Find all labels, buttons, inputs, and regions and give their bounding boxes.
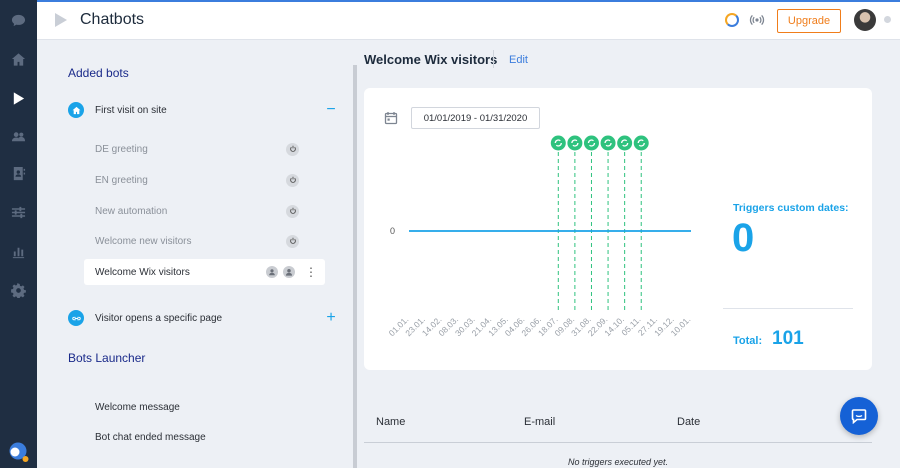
triggers-card: 01/01/2019 - 01/31/2020 0 01.01. 23.01. 14.… bbox=[364, 88, 872, 370]
broadcast-icon[interactable] bbox=[749, 12, 765, 28]
total-value: 101 bbox=[772, 328, 804, 349]
link-icon bbox=[68, 310, 84, 326]
edit-link[interactable]: Edit bbox=[509, 54, 528, 66]
divider bbox=[493, 50, 494, 68]
triggers-table-header: Name E-mail Date bbox=[364, 404, 872, 443]
icon-sidebar bbox=[0, 0, 37, 468]
home-icon bbox=[11, 52, 26, 66]
rail-settings[interactable] bbox=[0, 276, 37, 304]
divider bbox=[723, 308, 853, 309]
rail-contacts[interactable] bbox=[0, 122, 37, 150]
bot-item-de-greeting[interactable]: DE greeting bbox=[84, 136, 325, 162]
bot-item-welcome-new-visitors[interactable]: Welcome new visitors bbox=[84, 228, 325, 254]
sliders-icon bbox=[11, 206, 26, 218]
collapse-button[interactable]: − bbox=[324, 102, 338, 118]
rail-chatbots[interactable] bbox=[0, 84, 37, 112]
group-specific-page[interactable]: Visitor opens a specific page + bbox=[68, 308, 338, 328]
chat-widget-button[interactable] bbox=[840, 397, 878, 435]
top-bar: Chatbots Upgrade bbox=[37, 0, 900, 40]
bots-launcher-title: Bots Launcher bbox=[68, 351, 146, 365]
user-outline-icon bbox=[266, 266, 278, 278]
trigger-marker-icon bbox=[567, 135, 583, 151]
trigger-marker-icon bbox=[583, 135, 599, 151]
power-icon[interactable] bbox=[286, 173, 299, 187]
page-title: Chatbots bbox=[80, 11, 145, 28]
bot-label: Welcome new visitors bbox=[95, 235, 192, 247]
user-filled-icon bbox=[283, 266, 295, 278]
home-icon bbox=[68, 102, 84, 118]
loading-icon bbox=[725, 13, 739, 27]
column-header-email[interactable]: E-mail bbox=[524, 416, 555, 428]
launcher-item-bot-chat-ended[interactable]: Bot chat ended message bbox=[95, 432, 206, 443]
power-icon[interactable] bbox=[286, 142, 299, 156]
custom-dates-value: 0 bbox=[732, 216, 755, 260]
triggers-chart: 001.01.23.01.14.02.08.03.30.03.21.04.13.… bbox=[387, 135, 692, 338]
app-logo-icon bbox=[9, 442, 29, 462]
bar-chart-icon bbox=[12, 247, 25, 258]
address-book-icon bbox=[13, 166, 26, 180]
group-label: Visitor opens a specific page bbox=[95, 312, 223, 324]
chat-bubble-icon bbox=[851, 409, 867, 424]
rail-settings-sliders[interactable] bbox=[0, 198, 37, 226]
power-icon[interactable] bbox=[286, 234, 299, 248]
play-icon bbox=[55, 13, 67, 27]
bot-label: Welcome Wix visitors bbox=[95, 266, 190, 278]
column-header-name[interactable]: Name bbox=[376, 416, 405, 428]
empty-table-message: No triggers executed yet. bbox=[567, 457, 669, 467]
calendar-icon[interactable] bbox=[384, 111, 398, 125]
rail-chat[interactable] bbox=[0, 6, 37, 34]
power-icon[interactable] bbox=[286, 204, 299, 218]
group-first-visit[interactable]: First visit on site − bbox=[68, 100, 338, 120]
bot-item-en-greeting[interactable]: EN greeting bbox=[84, 167, 325, 193]
rail-reports[interactable] bbox=[0, 237, 37, 265]
scrollbar[interactable] bbox=[353, 65, 357, 468]
bot-name-heading: Welcome Wix visitors bbox=[364, 52, 498, 67]
expand-button[interactable]: + bbox=[324, 310, 338, 326]
bot-label: EN greeting bbox=[95, 174, 148, 186]
rail-address-book[interactable] bbox=[0, 159, 37, 187]
total-label: Total: bbox=[733, 335, 763, 347]
play-icon bbox=[13, 91, 25, 105]
bot-label: New automation bbox=[95, 205, 168, 217]
more-options-icon[interactable]: ⋮ bbox=[305, 266, 317, 278]
date-range-input[interactable]: 01/01/2019 - 01/31/2020 bbox=[411, 107, 540, 129]
trigger-marker-icon bbox=[550, 135, 566, 151]
trigger-marker-icon bbox=[600, 135, 616, 151]
contacts-icon bbox=[11, 131, 26, 141]
rail-home[interactable] bbox=[0, 45, 37, 73]
group-label: First visit on site bbox=[95, 104, 167, 116]
trigger-marker-icon bbox=[633, 135, 649, 151]
chat-bubble-icon bbox=[11, 14, 26, 26]
bot-label: DE greeting bbox=[95, 143, 148, 155]
trigger-marker-icon bbox=[617, 135, 633, 151]
upgrade-button[interactable]: Upgrade bbox=[777, 9, 841, 33]
bot-item-welcome-wix-visitors[interactable]: Welcome Wix visitors ⋮ bbox=[84, 259, 325, 285]
status-indicator bbox=[884, 16, 891, 23]
column-header-date[interactable]: Date bbox=[677, 416, 700, 428]
launcher-item-welcome-message[interactable]: Welcome message bbox=[95, 402, 180, 413]
y-tick-label: 0 bbox=[390, 226, 395, 236]
bot-item-new-automation[interactable]: New automation bbox=[84, 198, 325, 224]
user-avatar[interactable] bbox=[854, 9, 876, 31]
added-bots-title: Added bots bbox=[68, 66, 129, 80]
gear-icon bbox=[11, 282, 26, 298]
custom-dates-label: Triggers custom dates: bbox=[733, 202, 849, 214]
